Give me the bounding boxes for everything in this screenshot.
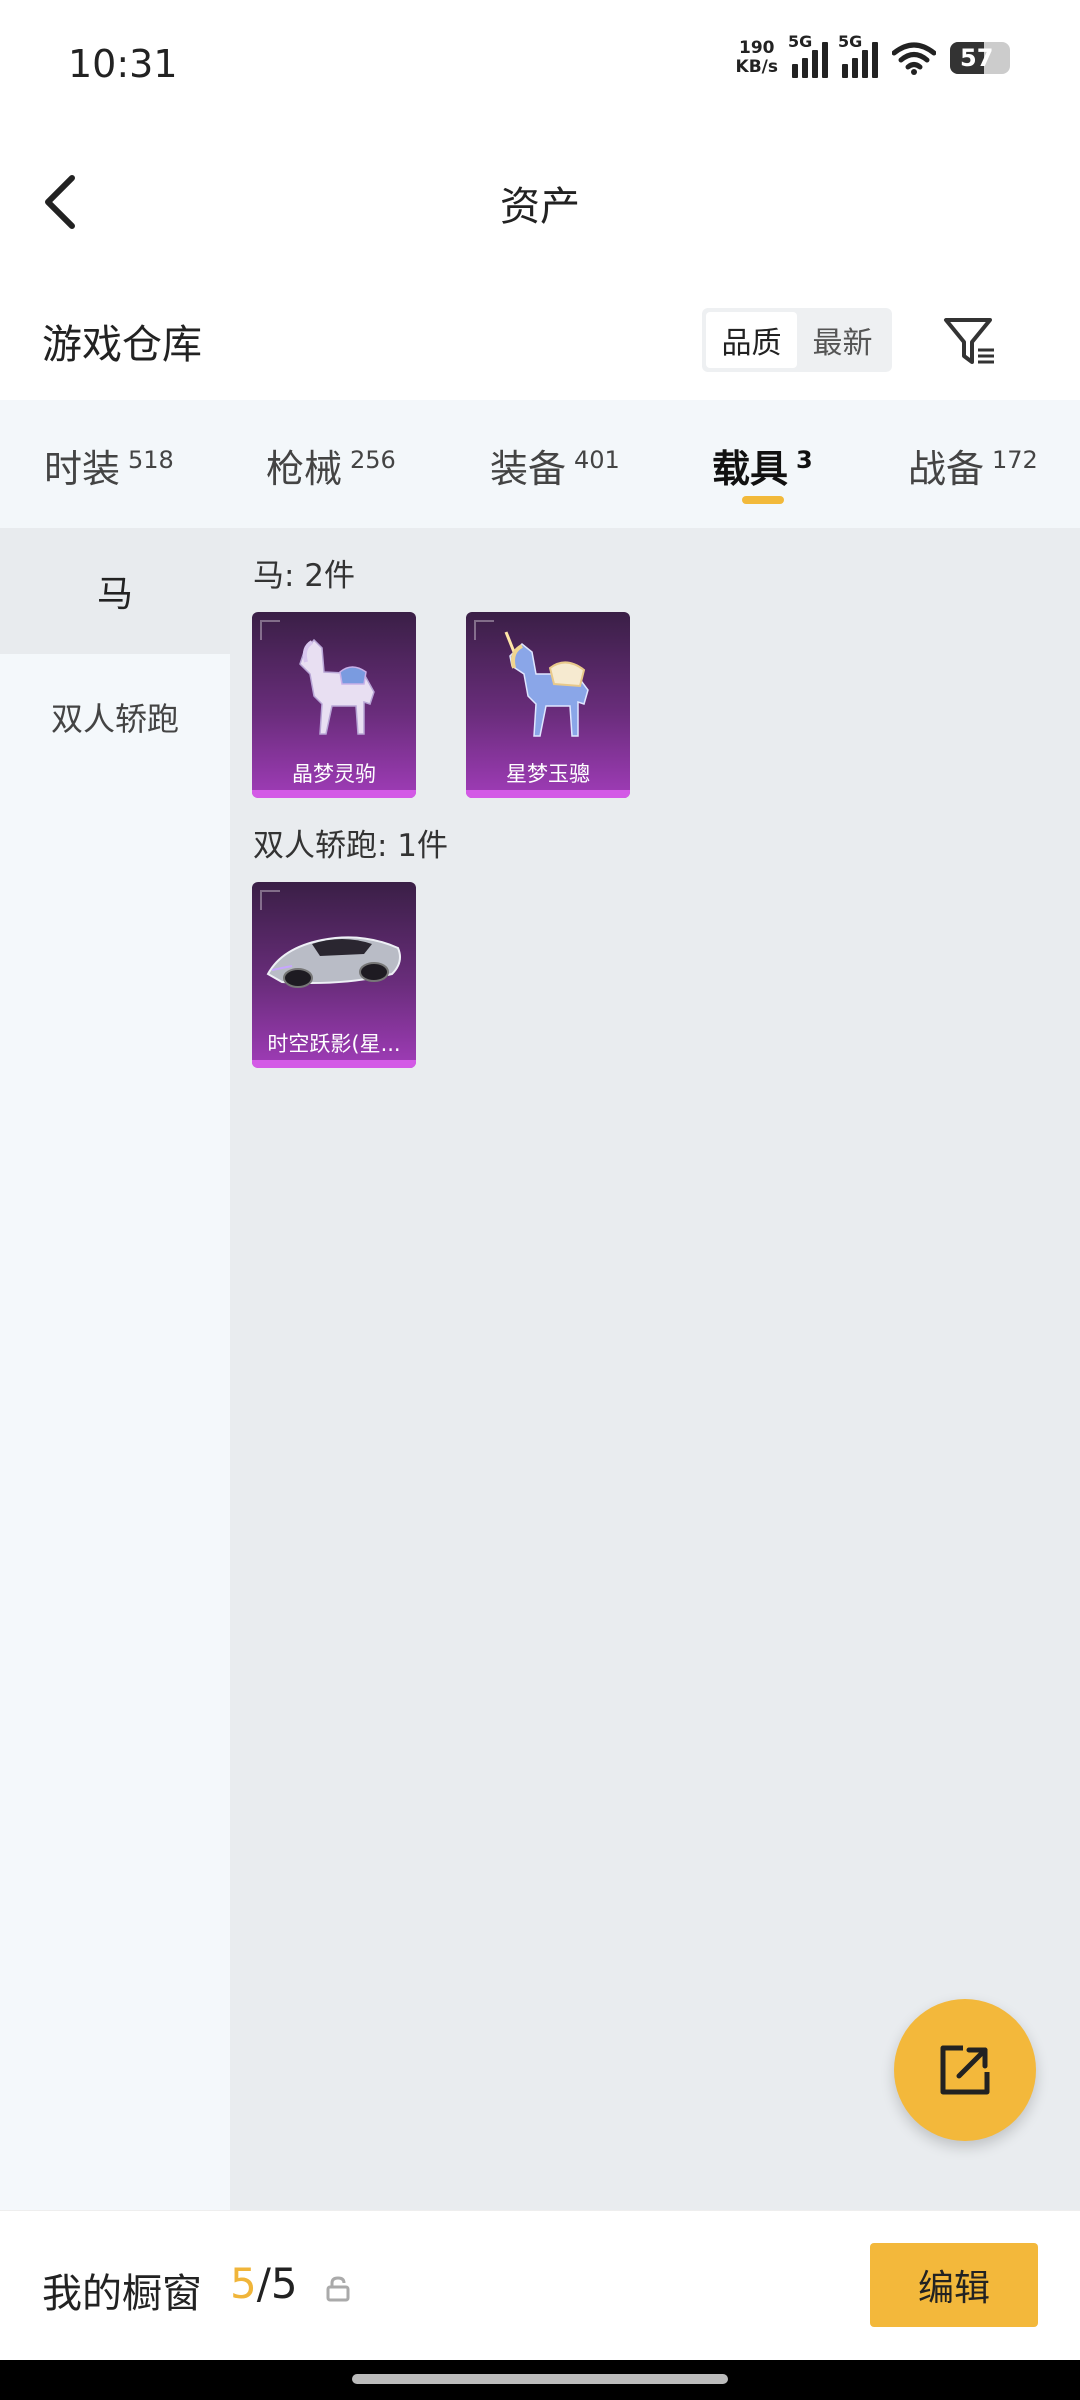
tab-firearms[interactable]: 枪械 256 [266,438,396,493]
sidebar: 马 双人轿跑 [0,528,230,2210]
category-tabs: 时装 518 枪械 256 装备 401 载具 3 战备 172 [0,400,1080,528]
share-icon [940,2045,990,2095]
warehouse-header: 游戏仓库 品质 最新 [0,290,1080,390]
status-icons: 190 KB/s 5G 5G 57 [735,32,1010,78]
wifi-icon [892,42,936,75]
group-title: 马: 2件 [253,558,356,594]
tab-equipment[interactable]: 装备 401 [490,438,620,493]
share-button[interactable] [894,1999,1036,2141]
network-speed: 190 KB/s [735,38,778,77]
white-horse-icon [299,638,375,735]
edit-button[interactable]: 编辑 [870,2243,1038,2327]
status-time: 10:31 [68,42,178,86]
showcase-bar: 我的橱窗 5/5 编辑 [0,2210,1080,2360]
warehouse-title: 游戏仓库 [42,322,202,368]
battery-icon: 57 [950,42,1010,74]
item-name: 星梦玉骢 [506,762,590,786]
item-name: 时空跃影(星... [267,1032,401,1056]
item-card[interactable]: 晶梦灵驹 [252,612,416,798]
tab-fashion[interactable]: 时装 518 [44,438,174,493]
sidebar-item-horse[interactable]: 马 [0,528,230,654]
unicorn-icon [504,631,589,737]
signal-icon: 5G [838,32,878,78]
sort-newest-button[interactable]: 最新 [797,312,888,368]
filter-icon[interactable] [940,308,1000,372]
signal-icon: 5G [788,32,828,78]
item-card[interactable]: 星梦玉骢 [466,612,630,798]
item-card[interactable]: 时空跃影(星... [252,882,416,1068]
item-grid-area: 马: 2件 晶梦灵驹 星梦玉骢 双人轿跑: 1件 时空跃影(星... [230,528,1080,2210]
active-tab-indicator [742,496,784,504]
group-title: 双人轿跑: 1件 [253,828,449,864]
gesture-bar [0,2360,1080,2400]
showcase-label: 我的橱窗 [42,2271,202,2317]
tab-combat-gear[interactable]: 战备 172 [908,438,1038,493]
lock-icon [326,2276,350,2302]
item-name: 晶梦灵驹 [292,762,376,786]
status-bar: 10:31 190 KB/s 5G 5G 57 [0,0,1080,130]
sidebar-item-coupe[interactable]: 双人轿跑 [0,654,230,780]
page-title: 资产 [500,184,580,230]
sort-toggle: 品质 最新 [702,308,892,372]
title-bar: 资产 [0,130,1080,270]
tab-vehicles[interactable]: 载具 3 [712,438,813,493]
sports-car-icon [266,936,401,988]
sort-quality-button[interactable]: 品质 [706,312,797,368]
showcase-count: 5/5 [230,2259,298,2308]
home-indicator[interactable] [352,2374,728,2384]
